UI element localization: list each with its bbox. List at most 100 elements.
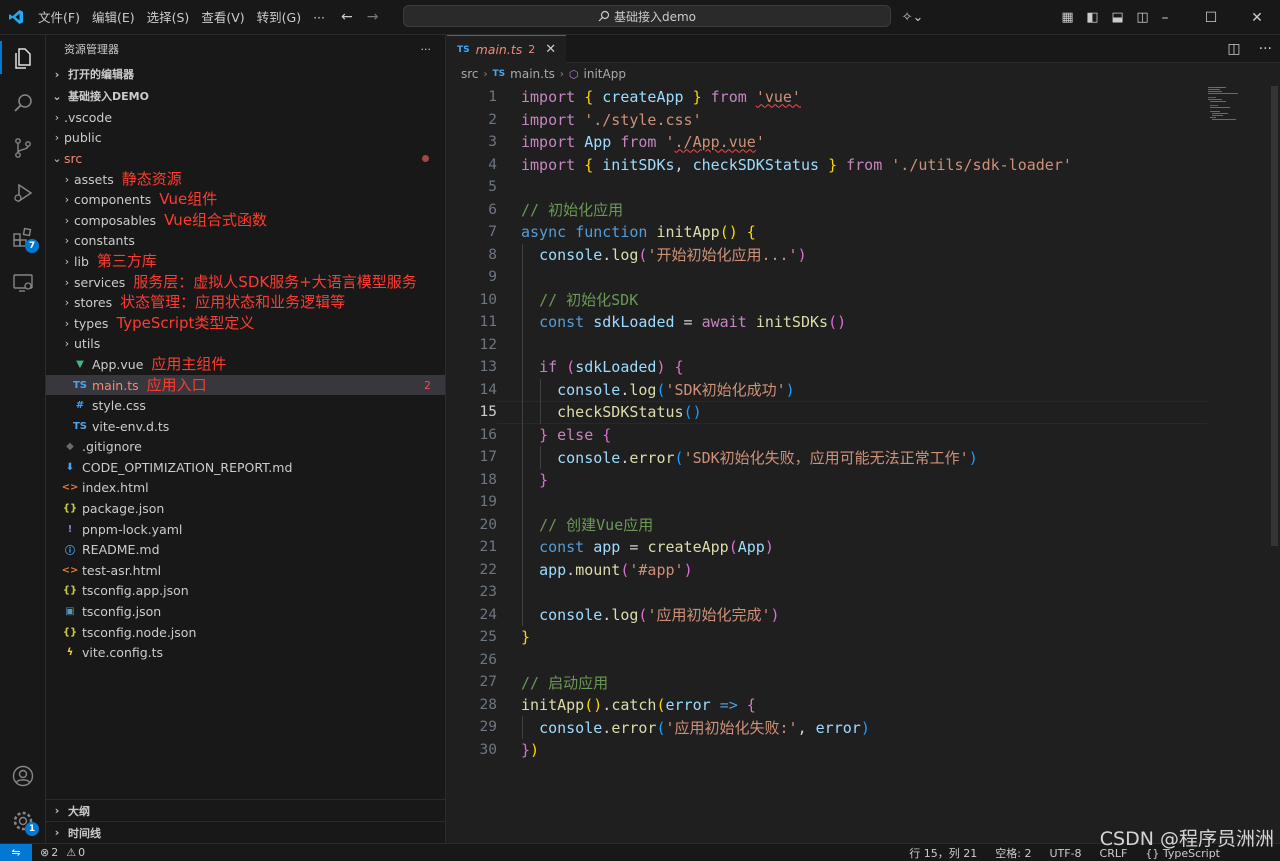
code-line[interactable]: 4 import { initSDKs, checkSDKStatus } fro… <box>447 154 1207 177</box>
code-line[interactable]: 18 } <box>447 469 1207 492</box>
more-actions-icon[interactable]: ··· <box>421 43 432 56</box>
code-line[interactable]: 14 console.log('SDK初始化成功') <box>447 379 1207 402</box>
tree-item[interactable]: › components Vue组件 <box>46 189 445 210</box>
code-line[interactable]: 29 console.error('应用初始化失败:', error) <box>447 716 1207 739</box>
tree-item[interactable]: › public <box>46 128 445 149</box>
copilot-icon[interactable]: ✧⌄ <box>900 0 925 35</box>
tree-item[interactable]: ◆ .gitignore <box>46 437 445 458</box>
indentation[interactable]: 空格: 2 <box>995 845 1031 861</box>
code-line[interactable]: 20 // 创建Vue应用 <box>447 514 1207 537</box>
breadcrumb-symbol[interactable]: initApp <box>584 67 626 81</box>
code-line[interactable]: 28 initApp().catch(error => { <box>447 694 1207 717</box>
code-line[interactable]: 30}) <box>447 739 1207 762</box>
tab-main-ts[interactable]: TS main.ts 2 ✕ <box>447 35 567 63</box>
code-editor[interactable]: 1 import { createApp } from 'vue' 2 import … <box>447 86 1207 761</box>
menu-item[interactable]: 文件(F) <box>32 0 86 35</box>
code-line[interactable]: 22 app.mount('#app') <box>447 559 1207 582</box>
code-line[interactable]: 6 // 初始化应用 <box>447 199 1207 222</box>
tree-item[interactable]: ! pnpm-lock.yaml <box>46 519 445 540</box>
forward-arrow-icon[interactable]: → <box>367 9 379 25</box>
code-line[interactable]: 3 import App from './App.vue' <box>447 131 1207 154</box>
code-line[interactable]: 24 console.log('应用初始化完成') <box>447 604 1207 627</box>
code-line[interactable]: 1 import { createApp } from 'vue' <box>447 86 1207 109</box>
toggle-panel-icon[interactable]: ⬓ <box>1105 0 1130 35</box>
vertical-scrollbar[interactable] <box>1268 86 1280 843</box>
timeline-section[interactable]: › 时间线 <box>46 821 445 843</box>
tree-item[interactable]: › services 服务层：虚拟人SDK服务+大语言模型服务 <box>46 272 445 293</box>
code-line[interactable]: 25} <box>447 626 1207 649</box>
code-line[interactable]: 2 import './style.css' <box>447 109 1207 132</box>
tree-item[interactable]: {} package.json <box>46 498 445 519</box>
tree-item[interactable]: ϟ vite.config.ts <box>46 642 445 663</box>
tree-item[interactable]: {} tsconfig.node.json <box>46 622 445 643</box>
code-line[interactable]: 23 <box>447 581 1207 604</box>
split-editor-icon[interactable]: ◫ <box>1227 41 1240 57</box>
close-tab-icon[interactable]: ✕ <box>545 42 556 57</box>
menu-item[interactable]: ··· <box>307 0 331 35</box>
code-line[interactable]: 17 console.error('SDK初始化失败，应用可能无法正常工作') <box>447 446 1207 469</box>
minimap[interactable] <box>1207 86 1267 146</box>
close-icon[interactable]: ✕ <box>1234 0 1280 35</box>
tree-item[interactable]: › utils <box>46 334 445 355</box>
remote-explorer-icon[interactable] <box>0 260 46 305</box>
tree-item[interactable]: › constants <box>46 231 445 252</box>
run-debug-icon[interactable] <box>0 170 46 215</box>
tree-item[interactable]: ▼ App.vue 应用主组件 <box>46 354 445 375</box>
tree-item[interactable]: TS vite-env.d.ts <box>46 416 445 437</box>
more-actions-icon[interactable]: ··· <box>1259 41 1272 57</box>
tree-item[interactable]: <> index.html <box>46 478 445 499</box>
tree-item[interactable]: ⓘ README.md <box>46 539 445 560</box>
tree-item[interactable]: › .vscode <box>46 107 445 128</box>
code-line[interactable]: 5 <box>447 176 1207 199</box>
remote-indicator[interactable]: ⇋ <box>0 843 32 861</box>
account-icon[interactable] <box>0 753 46 798</box>
code-line[interactable]: 12 <box>447 334 1207 357</box>
tree-item[interactable]: › lib 第三方库 <box>46 251 445 272</box>
tree-item[interactable]: › stores 状态管理：应用状态和业务逻辑等 <box>46 292 445 313</box>
cursor-position[interactable]: 行 15，列 21 <box>909 845 977 861</box>
outline-section[interactable]: › 大纲 <box>46 799 445 821</box>
open-editors-section[interactable]: › 打开的编辑器 <box>46 63 445 85</box>
code-line[interactable]: 19 <box>447 491 1207 514</box>
explorer-icon[interactable] <box>0 35 46 80</box>
code-line[interactable]: 8 console.log('开始初始化应用...') <box>447 244 1207 267</box>
customize-layout-icon[interactable]: ▦ <box>1055 0 1080 35</box>
code-line[interactable]: 11 const sdkLoaded = await initSDKs() <box>447 311 1207 334</box>
tree-item[interactable]: › assets 静态资源 <box>46 169 445 190</box>
code-line[interactable]: 7 async function initApp() { <box>447 221 1207 244</box>
extensions-icon[interactable]: 7 <box>0 215 46 260</box>
tree-item[interactable]: ⬇ CODE_OPTIMIZATION_REPORT.md <box>46 457 445 478</box>
breadcrumb-src[interactable]: src <box>461 67 479 81</box>
command-center-search[interactable]: 基础接入demo <box>403 5 891 27</box>
code-line[interactable]: 27 // 启动应用 <box>447 671 1207 694</box>
code-line[interactable]: 21 const app = createApp(App) <box>447 536 1207 559</box>
manage-gear-icon[interactable]: 1 <box>0 798 46 843</box>
code-line[interactable]: 26 <box>447 649 1207 672</box>
toggle-sidebar-icon[interactable]: ◧ <box>1080 0 1105 35</box>
encoding[interactable]: UTF-8 <box>1049 847 1081 860</box>
breadcrumb-file[interactable]: main.ts <box>510 67 555 81</box>
problems-indicator[interactable]: ⊗ 2 ⚠ 0 <box>40 846 85 859</box>
menu-item[interactable]: 编辑(E) <box>86 0 141 35</box>
back-arrow-icon[interactable]: ← <box>341 9 353 25</box>
code-line[interactable]: 16 } else { <box>447 424 1207 447</box>
maximize-icon[interactable]: ☐ <box>1188 0 1234 35</box>
tree-item[interactable]: › types TypeScript类型定义 <box>46 313 445 334</box>
tree-item[interactable]: {} tsconfig.app.json <box>46 581 445 602</box>
minimize-icon[interactable]: – <box>1142 0 1188 35</box>
tree-item[interactable]: # style.css <box>46 395 445 416</box>
menu-item[interactable]: 转到(G) <box>251 0 307 35</box>
tree-item[interactable]: TS main.ts 应用入口 2 <box>46 374 445 396</box>
tree-item[interactable]: <> test-asr.html <box>46 560 445 581</box>
code-line[interactable]: 13 if (sdkLoaded) { <box>447 356 1207 379</box>
code-line[interactable]: 15 checkSDKStatus() <box>447 401 1207 424</box>
tree-item[interactable]: ⌄ src <box>46 148 445 169</box>
tree-item[interactable]: › composables Vue组合式函数 <box>46 210 445 231</box>
source-control-icon[interactable] <box>0 125 46 170</box>
tree-item[interactable]: ▣ tsconfig.json <box>46 601 445 622</box>
code-line[interactable]: 9 <box>447 266 1207 289</box>
search-icon[interactable] <box>0 80 46 125</box>
project-section[interactable]: ⌄ 基础接入DEMO <box>46 85 445 107</box>
scrollbar-thumb[interactable] <box>1271 86 1278 546</box>
menu-item[interactable]: 选择(S) <box>141 0 196 35</box>
